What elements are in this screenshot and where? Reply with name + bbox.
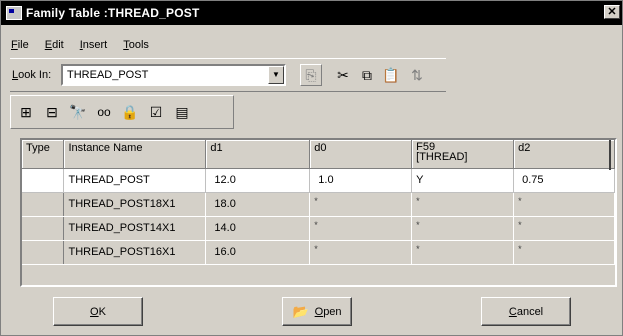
family-toolbar: ⊞ ⊟ 🔭 oo 🔒 ☑ ▤	[10, 95, 234, 129]
instance-table: Type Instance Name d1 d0 F59 [THREAD] d2…	[22, 140, 615, 265]
chevron-down-icon[interactable]: ▼	[268, 66, 284, 84]
open-button[interactable]: 📂 Open	[282, 297, 352, 326]
lock-icon[interactable]: 🔒	[119, 101, 141, 123]
add-column-icon[interactable]: ⊞	[15, 101, 37, 123]
cell-d2[interactable]: *	[513, 216, 615, 241]
cancel-button[interactable]: Cancel	[481, 297, 571, 326]
family-table-dialog: Family Table :THREAD_POST ✕ File Edit In…	[0, 0, 623, 336]
window-title: Family Table :THREAD_POST	[26, 6, 200, 20]
cell-instance-name[interactable]: THREAD_POST	[63, 168, 207, 193]
preview-glasses-icon[interactable]: oo	[93, 101, 115, 123]
scissors-icon[interactable]: ✂	[332, 64, 354, 86]
cell-d2[interactable]: *	[513, 240, 615, 265]
menu-tools[interactable]: Tools	[113, 39, 155, 51]
cell-d0[interactable]: *	[309, 240, 413, 265]
sort-icon[interactable]: ⇅	[406, 64, 428, 86]
binoculars-icon[interactable]: 🔭	[67, 101, 89, 123]
menu-insert-label: nsert	[82, 39, 108, 51]
family-table-grid[interactable]: Type Instance Name d1 d0 F59 [THREAD] d2…	[20, 138, 617, 287]
look-in-dropdown[interactable]: THREAD_POST ▼	[61, 64, 286, 86]
open-folder-icon: 📂	[292, 303, 309, 319]
menu-edit-mnemonic: E	[44, 39, 53, 51]
cell-instance-name[interactable]: THREAD_POST16X1	[63, 240, 207, 265]
table-row[interactable]: THREAD_POST18X1 18.0 * * *	[22, 192, 615, 217]
table-row[interactable]: THREAD_POST16X1 16.0 * * *	[22, 240, 615, 265]
close-button[interactable]: ✕	[604, 5, 620, 19]
cell-f59[interactable]: *	[411, 216, 515, 241]
cell-d2[interactable]: *	[513, 192, 615, 217]
title-bar[interactable]: Family Table :THREAD_POST ✕	[1, 1, 622, 25]
column-header-d2[interactable]: d2	[513, 140, 615, 169]
verify-icon[interactable]: ☑	[145, 101, 167, 123]
app-icon	[6, 6, 22, 20]
look-in-value: THREAD_POST	[67, 69, 149, 81]
cell-type[interactable]	[22, 192, 65, 217]
table-header-row: Type Instance Name d1 d0 F59 [THREAD] d2	[22, 140, 615, 169]
look-in-label: Look In:	[12, 69, 51, 81]
table-row[interactable]: THREAD_POST14X1 14.0 * * *	[22, 216, 615, 241]
menu-edit[interactable]: Edit	[35, 39, 70, 51]
add-row-icon[interactable]: ⊟	[41, 101, 63, 123]
ok-mnemonic: O	[90, 305, 99, 318]
column-header-d0[interactable]: d0	[309, 140, 413, 169]
cell-d1[interactable]: 16.0	[205, 240, 311, 265]
cancel-label: ancel	[516, 305, 544, 318]
menu-file-label: ile	[17, 39, 29, 51]
cell-d1[interactable]: 12.0	[205, 168, 311, 193]
menu-file-mnemonic: F	[11, 39, 18, 51]
cell-f59[interactable]: *	[411, 192, 515, 217]
up-folder-icon[interactable]: ⎘	[300, 64, 322, 86]
cell-instance-name[interactable]: THREAD_POST14X1	[63, 216, 207, 241]
menu-file[interactable]: File	[1, 39, 35, 51]
cell-type[interactable]	[22, 240, 65, 265]
menu-insert[interactable]: Insert	[70, 39, 114, 51]
menu-bar: File Edit Insert Tools	[1, 35, 155, 55]
cell-instance-name[interactable]: THREAD_POST18X1	[63, 192, 207, 217]
column-header-instance-name[interactable]: Instance Name	[63, 140, 207, 169]
cell-d2[interactable]: 0.75	[513, 168, 615, 193]
cell-d0[interactable]: 1.0	[309, 168, 413, 193]
column-header-d1[interactable]: d1	[205, 140, 311, 169]
open-label: pen	[323, 305, 342, 318]
cell-d1[interactable]: 18.0	[205, 192, 311, 217]
cell-f59[interactable]: Y	[411, 168, 515, 193]
cell-d0[interactable]: *	[309, 192, 413, 217]
cell-f59[interactable]: *	[411, 240, 515, 265]
menu-edit-label: dit	[52, 39, 64, 51]
column-header-type[interactable]: Type	[22, 140, 65, 169]
cell-type[interactable]	[22, 216, 65, 241]
open-mnemonic: O	[314, 305, 324, 318]
column-header-f59[interactable]: F59 [THREAD]	[411, 140, 515, 169]
cell-d1[interactable]: 14.0	[205, 216, 311, 241]
cell-type[interactable]	[22, 168, 65, 193]
ok-label: K	[98, 305, 106, 318]
table-icon[interactable]: ▤	[171, 101, 193, 123]
copy-icon[interactable]: ⧉	[356, 64, 378, 86]
look-in-toolbar: Look In: THREAD_POST ▼ ⎘ ✂ ⧉ 📋 ⇅	[10, 58, 446, 92]
paste-icon[interactable]: 📋	[380, 64, 402, 86]
cancel-mnemonic: C	[508, 305, 517, 318]
column-resize-handle[interactable]	[609, 140, 613, 170]
menu-tools-label: ools	[128, 39, 149, 51]
look-in-label-text: ook In:	[18, 69, 52, 81]
table-row[interactable]: THREAD_POST 12.0 1.0 Y 0.75	[22, 168, 615, 193]
ok-button[interactable]: OK	[53, 297, 143, 326]
cell-d0[interactable]: *	[309, 216, 413, 241]
